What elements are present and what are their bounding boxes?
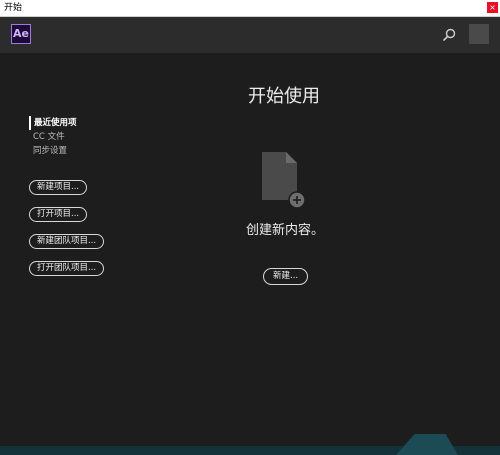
document-add-icon [262,152,306,208]
sidebar-nav: 最近使用项 CC 文件 同步设置 [29,116,77,158]
wallpaper-shape [396,434,458,455]
sidebar-item-recent[interactable]: 最近使用项 [29,116,77,130]
search-icon[interactable] [441,27,457,43]
new-project-button[interactable]: 新建项目... [29,180,88,195]
start-window: 开始 × Ae 最近使用项 CC 文件 同步设置 新建项目... 打开项目...… [0,0,500,455]
new-team-project-button[interactable]: 新建团队项目... [29,234,105,249]
new-button[interactable]: 新建... [263,268,309,285]
create-new-content-text: 创建新内容。 [245,223,324,238]
ae-logo: Ae [11,24,31,44]
avatar[interactable] [469,24,489,44]
sidebar-item-cc-files[interactable]: CC 文件 [29,130,77,144]
open-project-button[interactable]: 打开项目... [29,207,88,222]
window-title: 开始 [4,3,23,13]
sidebar-item-sync-settings[interactable]: 同步设置 [29,144,77,158]
app-header: Ae [0,17,500,53]
taskbar-strip [0,434,500,455]
page-title: 开始使用 [248,86,320,107]
title-bar: 开始 × [0,0,500,17]
open-team-project-button[interactable]: 打开团队项目... [29,261,105,276]
close-button[interactable]: × [487,2,498,13]
